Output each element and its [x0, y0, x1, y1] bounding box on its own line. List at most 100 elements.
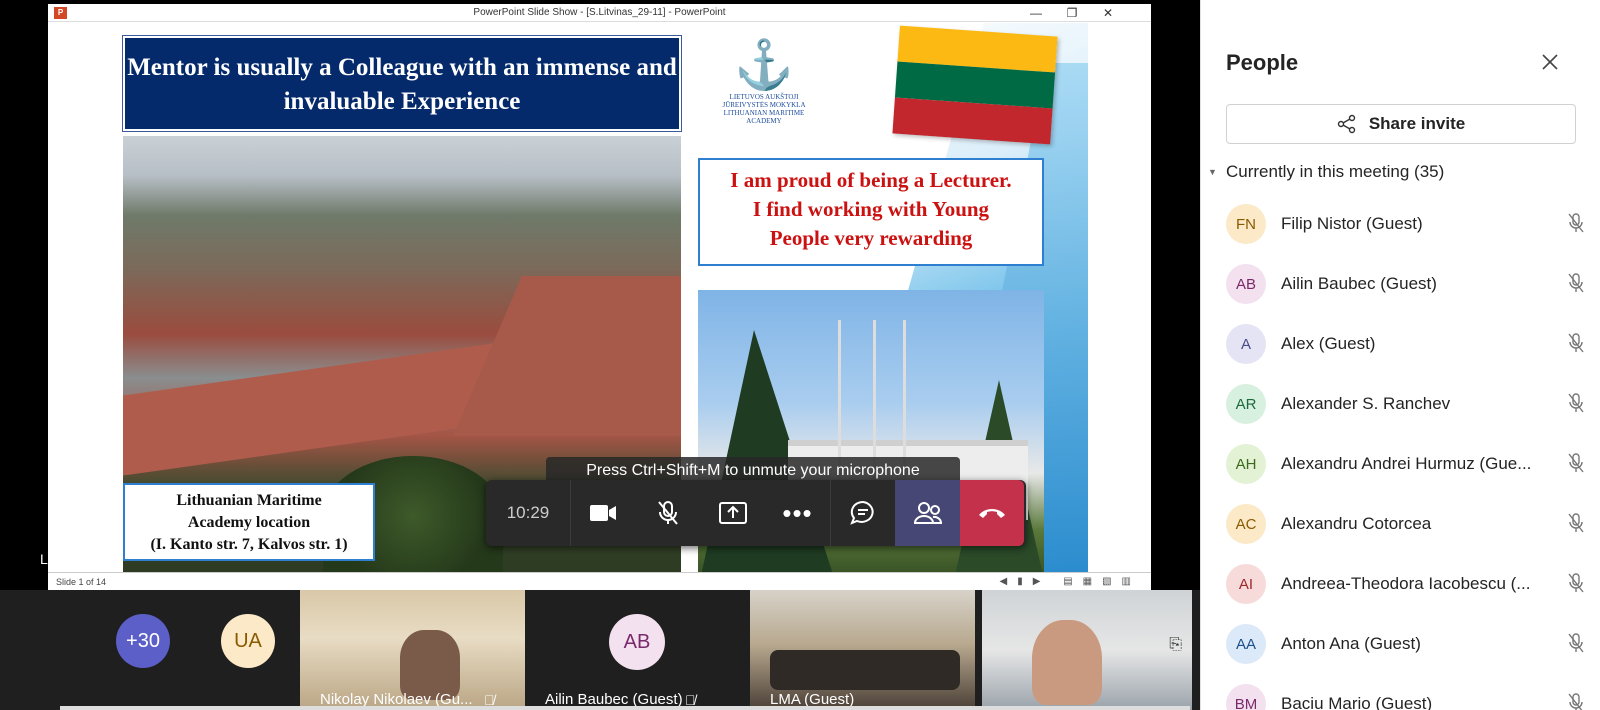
participant-name: Ailin Baubec (Guest) [1281, 274, 1437, 293]
mic-off-icon [1566, 632, 1586, 659]
location-caption: Lithuanian Maritime Academy location (I.… [123, 483, 375, 561]
microphone-button[interactable] [635, 480, 700, 546]
participant-row[interactable]: FN Filip Nistor (Guest) [1226, 198, 1596, 258]
chat-button[interactable] [830, 480, 895, 546]
participant-name: Anton Ana (Guest) [1281, 634, 1421, 653]
caption-line: Lithuanian Maritime [176, 492, 322, 509]
logo-text: LIETUVOS AUKŠTOJI [729, 93, 799, 101]
share-invite-button[interactable]: Share invite [1226, 104, 1576, 144]
participant-avatar: FN [1226, 204, 1266, 244]
meeting-stage: P PowerPoint Slide Show - [S.Litvinas_29… [0, 0, 1200, 710]
participant-name: Baciu Mario (Guest) [1281, 694, 1433, 710]
participant-avatar: A [1226, 324, 1266, 364]
mic-off-icon [657, 501, 678, 525]
caption-line: Academy location [187, 514, 311, 531]
chat-icon [850, 500, 874, 525]
participant-row[interactable]: AR Alexander S. Ranchev [1226, 378, 1596, 438]
participant-avatar: AH [1226, 444, 1266, 484]
participant-row[interactable]: A Alex (Guest) [1226, 318, 1596, 378]
close-panel-button[interactable] [1540, 48, 1560, 79]
lecturer-quote: I am proud of being a Lecturer. I find w… [698, 158, 1044, 266]
participant-name: Alexandru Andrei Hurmuz (Gue... [1281, 454, 1532, 473]
logo-text: LITHUANIAN MARITIME [723, 109, 805, 117]
collapse-triangle-icon: ▼ [1208, 167, 1217, 177]
video-tile-strip: +30 UA Nikolay Nikolaev (Gu... 🎙̸ AB Ail… [0, 590, 1200, 710]
mic-off-icon [1566, 512, 1586, 539]
overflow-participants-button[interactable]: +30 [116, 614, 170, 668]
slide-number: Slide 1 of 14 [56, 577, 107, 587]
logo-text: JŪREIVYSTĖS MOKYKLA [722, 101, 806, 109]
participant-row[interactable]: AC Alexandru Cotorcea [1226, 498, 1596, 558]
anchor-icon: ⚓ [734, 39, 794, 92]
participant-name: Alex (Guest) [1281, 334, 1376, 353]
participant-video [400, 630, 460, 700]
participant-row[interactable]: AA Anton Ana (Guest) [1226, 618, 1596, 678]
mic-off-icon [1566, 212, 1586, 239]
participant-avatar: AB [609, 614, 665, 670]
meeting-timer: 10:29 [506, 503, 550, 522]
slideshow-view-icons[interactable]: ◀▮▶ ▤▦▧▥ [1000, 576, 1141, 587]
tile-scrollbar[interactable] [60, 706, 1190, 710]
participant-row[interactable]: AH Alexandru Andrei Hurmuz (Gue... [1226, 438, 1596, 498]
participants-button[interactable] [895, 480, 960, 546]
mic-off-icon [1566, 272, 1586, 299]
mic-off-icon [1566, 692, 1586, 710]
participant-video [1032, 620, 1102, 705]
mic-off-icon [1566, 332, 1586, 359]
section-label: Currently in this meeting [1226, 162, 1410, 181]
participant-avatar: AI [1226, 564, 1266, 604]
camera-button[interactable] [570, 480, 635, 546]
participant-count: (35) [1414, 162, 1445, 181]
close-window-button[interactable]: ✕ [1090, 5, 1126, 21]
participant-avatar: AC [1226, 504, 1266, 544]
quote-line: I am proud of being a Lecturer. [730, 168, 1012, 192]
slide-title: Mentor is usually a Colleague with an im… [122, 35, 682, 132]
participant-row[interactable]: AI Andreea-Theodora Iacobescu (... [1226, 558, 1596, 618]
share-invite-label: Share invite [1368, 114, 1466, 133]
ppt-window-title: PowerPoint Slide Show - [S.Litvinas_29-1… [473, 7, 726, 18]
presenter-name: LMA (Guest) [40, 551, 119, 567]
share-screen-icon [718, 502, 747, 524]
participant-name: Filip Nistor (Guest) [1281, 214, 1423, 233]
participant-row[interactable]: AB Ailin Baubec (Guest) [1226, 258, 1596, 318]
video-tile-self[interactable]: ⎘ [982, 590, 1192, 710]
people-icon [913, 502, 942, 524]
mic-off-icon [1566, 452, 1586, 479]
more-icon: ••• [782, 497, 813, 528]
participant-video [770, 650, 960, 690]
video-tile-lma[interactable]: LMA (Guest) [750, 590, 975, 710]
panel-title: People [1226, 50, 1299, 75]
video-tile-ailin[interactable]: AB Ailin Baubec (Guest) 🎙̸ [525, 590, 750, 710]
minimize-button[interactable]: — [1018, 5, 1054, 21]
more-actions-button[interactable]: ••• [765, 480, 830, 546]
slideshow-statusbar: Slide 1 of 14 ◀▮▶ ▤▦▧▥ [48, 572, 1151, 591]
people-panel: People Share invite ▼ Currently in this … [1200, 0, 1600, 710]
participant-avatar: AA [1226, 624, 1266, 664]
restore-button[interactable]: ❐ [1054, 5, 1090, 21]
participant-avatar: AR [1226, 384, 1266, 424]
academy-logo: ⚓ LIETUVOS AUKŠTOJI JŪREIVYSTĖS MOKYKLA … [719, 39, 809, 149]
quote-line: People very rewarding [769, 226, 973, 250]
participant-avatar[interactable]: UA [221, 614, 275, 668]
leave-call-button[interactable] [960, 480, 1024, 546]
mic-off-icon [1566, 392, 1586, 419]
mic-off-icon [1566, 572, 1586, 599]
camera-switch-icon[interactable]: ⎘ [1169, 636, 1182, 654]
share-icon [1337, 114, 1356, 134]
section-toggle[interactable]: ▼ Currently in this meeting (35) [1208, 162, 1445, 182]
participant-row[interactable]: BM Baciu Mario (Guest) [1226, 678, 1596, 710]
video-tile-nikolay[interactable]: Nikolay Nikolaev (Gu... 🎙̸ [300, 590, 525, 710]
close-icon [1542, 54, 1558, 70]
lithuanian-flag [892, 25, 1058, 145]
camera-icon [590, 505, 616, 521]
logo-text: ACADEMY [746, 117, 782, 125]
share-content-button[interactable] [700, 480, 765, 546]
caption-line: (I. Kanto str. 7, Kalvos str. 1) [150, 536, 348, 553]
meeting-control-bar: 10:29 ••• [486, 480, 1026, 546]
ppt-titlebar: P PowerPoint Slide Show - [S.Litvinas_29… [48, 4, 1151, 22]
quote-line: I find working with Young [752, 197, 990, 221]
participant-name: Andreea-Theodora Iacobescu (... [1281, 574, 1531, 593]
participant-avatar: AB [1226, 264, 1266, 304]
participant-avatar: BM [1226, 684, 1266, 710]
participant-name: Alexander S. Ranchev [1281, 394, 1451, 413]
